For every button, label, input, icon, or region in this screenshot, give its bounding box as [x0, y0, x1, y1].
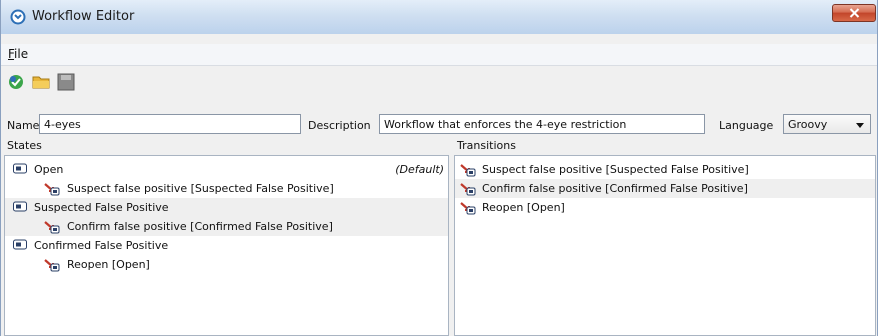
menu-file-label: ile: [14, 47, 29, 61]
state-item-open[interactable]: Open (Default): [5, 160, 448, 179]
transition-item[interactable]: Confirm false positive [Confirmed False …: [5, 217, 448, 236]
language-label: Language: [719, 119, 774, 132]
transition-label: Confirm false positive [Confirmed False …: [67, 220, 333, 233]
name-label: Name: [7, 119, 40, 132]
open-folder-icon[interactable]: [32, 73, 50, 91]
description-label: Description: [308, 119, 371, 132]
close-button[interactable]: [832, 4, 876, 22]
transition-list-item[interactable]: Suspect false positive [Suspected False …: [455, 160, 875, 179]
transitions-label: Transitions: [457, 139, 516, 152]
title-bar[interactable]: Workflow Editor: [1, 0, 877, 34]
transition-label: Suspect false positive [Suspected False …: [67, 182, 334, 195]
transition-list-label: Reopen [Open]: [482, 201, 565, 214]
workflow-form: Name Description Language Groovy: [1, 112, 877, 137]
state-icon: [13, 201, 27, 212]
transition-list-label: Suspect false positive [Suspected False …: [482, 163, 749, 176]
menu-bar: File: [1, 44, 877, 66]
transition-item[interactable]: Suspect false positive [Suspected False …: [5, 179, 448, 198]
language-select-value: Groovy: [788, 118, 828, 131]
state-label: Suspected False Positive: [34, 201, 169, 214]
window-title: Workflow Editor: [32, 9, 135, 24]
default-tag: (Default): [395, 163, 444, 176]
transition-list-item[interactable]: Confirm false positive [Confirmed False …: [455, 179, 875, 198]
state-item-suspected[interactable]: Suspected False Positive: [5, 198, 448, 217]
language-select[interactable]: Groovy: [783, 114, 871, 134]
state-icon: [13, 163, 27, 174]
transition-list-item[interactable]: Reopen [Open]: [455, 198, 875, 217]
states-label: States: [7, 139, 42, 152]
state-icon: [13, 239, 27, 250]
toolbar: [1, 66, 877, 96]
transition-arrow-icon: [44, 221, 60, 234]
transition-arrow-icon: [460, 164, 476, 177]
description-field[interactable]: [379, 114, 705, 134]
close-icon: [849, 8, 859, 18]
state-label: Confirmed False Positive: [34, 239, 169, 252]
workflow-editor-window: Workflow Editor File Name Description La…: [0, 0, 878, 336]
transition-arrow-icon: [44, 183, 60, 196]
transition-item[interactable]: Reopen [Open]: [5, 255, 448, 274]
state-item-confirmed[interactable]: Confirmed False Positive: [5, 236, 448, 255]
save-icon[interactable]: [57, 73, 75, 91]
transition-list-label: Confirm false positive [Confirmed False …: [482, 182, 748, 195]
transition-arrow-icon: [44, 259, 60, 272]
chevron-down-icon: [856, 123, 864, 128]
workflow-app-icon: [10, 9, 26, 25]
name-field[interactable]: [39, 114, 301, 134]
state-label: Open: [34, 163, 64, 176]
new-icon[interactable]: [7, 73, 25, 91]
transition-arrow-icon: [460, 183, 476, 196]
transitions-list[interactable]: Suspect false positive [Suspected False …: [454, 155, 876, 336]
states-tree[interactable]: Open (Default) Suspect false positive [S…: [4, 155, 449, 336]
transition-arrow-icon: [460, 202, 476, 215]
menu-file[interactable]: File: [8, 47, 28, 61]
transition-label: Reopen [Open]: [67, 258, 150, 271]
